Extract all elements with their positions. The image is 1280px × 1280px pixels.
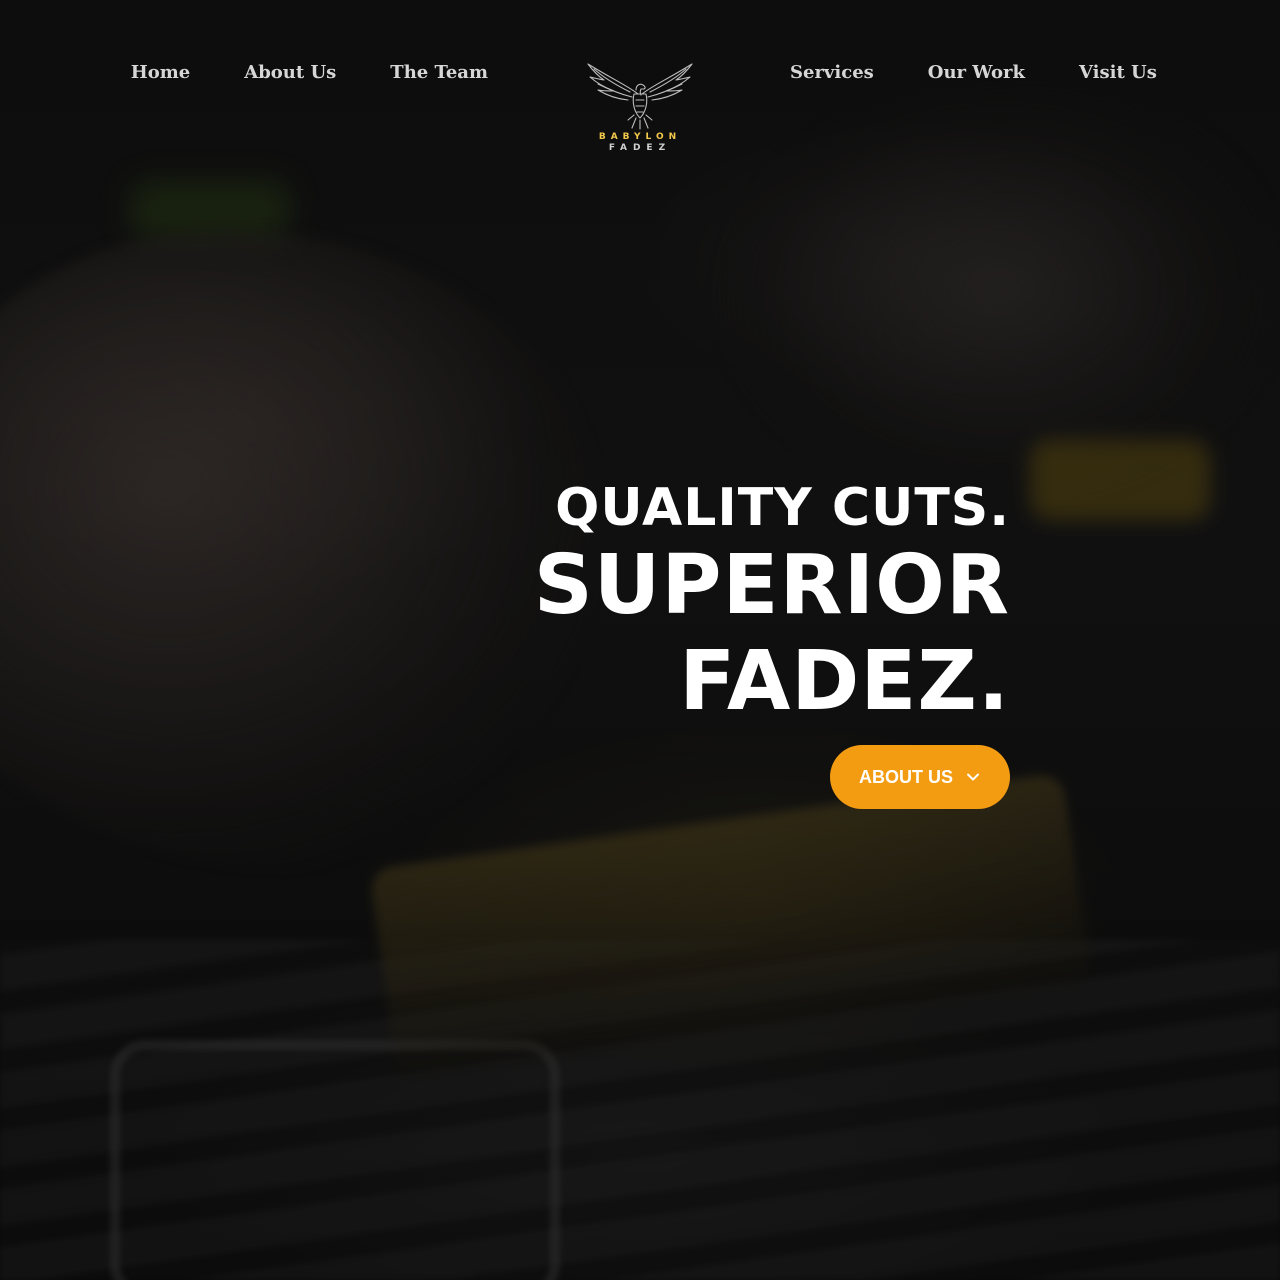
hero-headline-line-1: QUALITY CUTS.: [555, 478, 1010, 538]
chevron-down-icon: [967, 773, 979, 781]
nav-link-services[interactable]: Services: [790, 60, 874, 86]
hero-headline-line-2: SUPERIOR: [533, 538, 1010, 633]
nav-link-about-us[interactable]: About Us: [244, 60, 336, 86]
nav-link-visit-us[interactable]: Visit Us: [1079, 60, 1157, 86]
hero-headline: QUALITY CUTS. SUPERIOR FADEZ.: [534, 478, 1010, 730]
nav-left-group: Home About Us The Team: [131, 0, 488, 86]
about-us-button[interactable]: ABOUT US: [830, 745, 1010, 809]
logo-wordmark-bottom: FADEZ: [608, 143, 672, 153]
hero-section: Home About Us The Team BABYLON FADEZ Ser…: [0, 0, 1280, 1280]
nav-right-group: Services Our Work Visit Us: [790, 0, 1157, 86]
nav-link-home[interactable]: Home: [131, 60, 191, 86]
nav-link-the-team[interactable]: The Team: [390, 60, 488, 86]
logo-wordmark-top: BABYLON: [598, 132, 682, 142]
main-nav: Home About Us The Team BABYLON FADEZ Ser…: [0, 0, 1280, 153]
about-us-button-label: ABOUT US: [859, 766, 953, 787]
site-logo[interactable]: BABYLON FADEZ: [580, 60, 700, 160]
hero-headline-line-3: FADEZ.: [679, 634, 1010, 729]
nav-link-our-work[interactable]: Our Work: [928, 60, 1025, 86]
eagle-icon: [587, 63, 693, 130]
